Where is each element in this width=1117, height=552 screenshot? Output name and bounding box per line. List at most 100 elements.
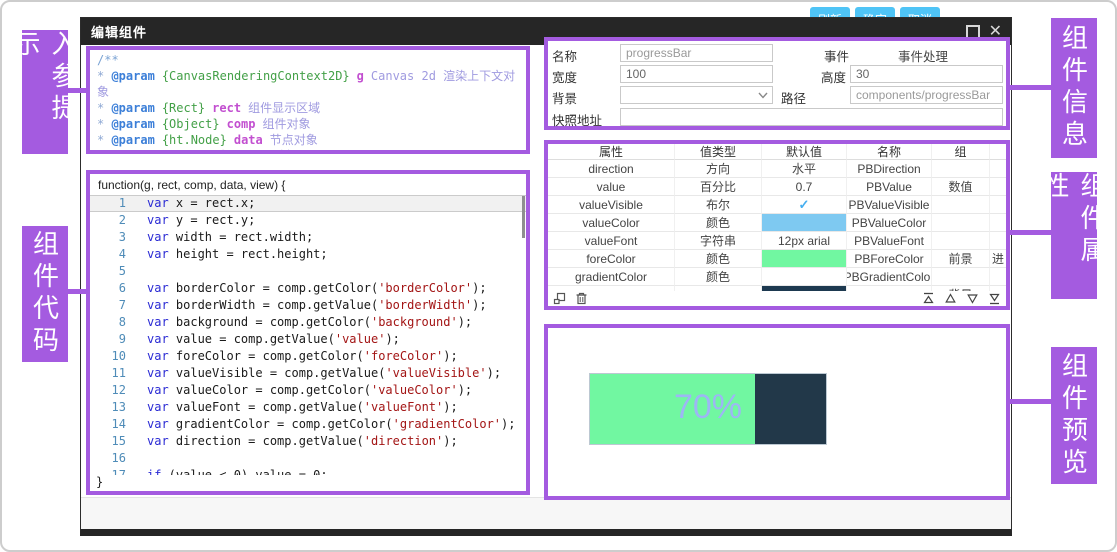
property-row[interactable]: valueVisible布尔✓PBValueVisible — [548, 196, 1006, 214]
callout-connector — [68, 88, 86, 93]
table-cell: PBDirection — [847, 160, 932, 178]
code-lines[interactable]: 1var x = rect.x;2var y = rect.y;3var wid… — [90, 195, 526, 477]
code-line: 16 — [90, 450, 526, 467]
path-input[interactable] — [850, 86, 1003, 104]
column-header: 属性 — [548, 144, 675, 160]
jsdoc-param-line: * @param{CanvasRenderingContext2D}gCanva… — [97, 68, 519, 100]
table-cell: foreColor — [548, 250, 675, 268]
code-line: 7var borderWidth = comp.getValue('border… — [90, 297, 526, 314]
callout-component-code: 组件代码 — [22, 226, 68, 362]
table-cell: 进 — [990, 250, 1006, 268]
table-cell: 方向 — [675, 160, 762, 178]
name-input[interactable] — [620, 44, 773, 62]
move-bottom-icon[interactable] — [988, 292, 1001, 305]
scrollbar-thumb[interactable] — [522, 196, 525, 238]
table-cell — [990, 232, 1006, 250]
table-cell — [932, 232, 990, 250]
property-row[interactable]: gradientColor颜色 PBGradientColor — [548, 268, 1006, 286]
table-cell: gradientColor — [548, 268, 675, 286]
table-cell: direction — [548, 160, 675, 178]
add-property-icon[interactable] — [553, 292, 566, 305]
width-input[interactable] — [620, 65, 773, 83]
code-line: 4var height = rect.height; — [90, 246, 526, 263]
callout-connector — [1010, 85, 1051, 90]
move-up-icon[interactable] — [944, 292, 957, 305]
jsdoc-param-line: * @param{ht.Node}data节点对象 — [97, 132, 519, 148]
annotated-screenshot: 编辑组件 ✕ 刷新确定取消 /** * @param{CanvasRenderi… — [0, 0, 1117, 552]
table-cell: valueColor — [548, 214, 675, 232]
trash-icon[interactable] — [575, 292, 588, 305]
width-label: 宽度 — [552, 67, 577, 86]
callout-component-preview: 组件预览 — [1051, 347, 1097, 484]
event-label: 事件 — [824, 46, 849, 65]
height-label: 高度 — [821, 67, 846, 86]
callout-component-props: 组件属性 — [1051, 172, 1097, 299]
table-cell — [762, 268, 847, 286]
checkbox-checked-icon[interactable]: ✓ — [799, 197, 810, 213]
dialog-title: 编辑组件 — [81, 22, 147, 41]
background-label: 背景 — [552, 88, 577, 107]
column-header: 值类型 — [675, 144, 762, 160]
function-closing-brace: } — [90, 475, 526, 490]
table-body: direction方向水平PBDirectionvalue百分比0.7PBVal… — [548, 160, 1006, 291]
table-cell — [990, 178, 1006, 196]
property-row[interactable]: foreColor颜色PBForeColor前景进 — [548, 250, 1006, 268]
jsdoc-param-line: * @param{View}view视图对象 — [97, 148, 519, 154]
component-preview-panel: 70% — [544, 324, 1010, 500]
table-cell: PBForeColor — [847, 250, 932, 268]
code-line: 9var value = comp.getValue('value'); — [90, 331, 526, 348]
property-row[interactable]: valueFont字符串12px arialPBValueFont — [548, 232, 1006, 250]
table-cell — [990, 160, 1006, 178]
dialog-footer — [81, 497, 1011, 529]
table-header-row: 属性值类型默认值名称组 — [548, 144, 1006, 160]
height-input[interactable] — [850, 65, 1003, 83]
code-line: 3var width = rect.width; — [90, 229, 526, 246]
move-down-icon[interactable] — [966, 292, 979, 305]
chevron-down-icon — [758, 92, 768, 99]
table-toolbar — [548, 291, 1006, 306]
callout-component-info: 组件信息 — [1051, 18, 1097, 158]
component-properties-panel: 属性值类型默认值名称组 direction方向水平PBDirectionvalu… — [544, 140, 1010, 310]
code-line: 6var borderColor = comp.getColor('border… — [90, 280, 526, 297]
jsdoc-params: * @param{CanvasRenderingContext2D}gCanva… — [97, 68, 519, 154]
table-cell: 数值 — [932, 178, 990, 196]
table-cell: 0.7 — [762, 178, 847, 196]
property-row[interactable]: value百分比0.7PBValue数值 — [548, 178, 1006, 196]
table-cell: 百分比 — [675, 178, 762, 196]
jsdoc-param-line: * @param{Rect}rect组件显示区域 — [97, 100, 519, 116]
table-cell: 前景 — [932, 250, 990, 268]
code-line: 8var background = comp.getColor('backgro… — [90, 314, 526, 331]
table-cell: value — [548, 178, 675, 196]
table-cell: ✓ — [762, 196, 847, 214]
property-row[interactable]: valueColor颜色PBValueColor — [548, 214, 1006, 232]
progress-bar-value-label: 70% — [590, 388, 826, 427]
snapshot-input[interactable] — [620, 108, 1003, 126]
table-cell — [932, 160, 990, 178]
code-line: 15var direction = comp.getValue('directi… — [90, 433, 526, 450]
event-handler-link[interactable]: 事件处理 — [848, 46, 998, 65]
property-row[interactable]: direction方向水平PBDirection — [548, 160, 1006, 178]
table-cell: valueVisible — [548, 196, 675, 214]
column-header: 名称 — [847, 144, 932, 160]
table-cell: 颜色 — [675, 268, 762, 286]
color-swatch — [762, 214, 847, 232]
table-cell: 字符串 — [675, 232, 762, 250]
code-line: 1var x = rect.x; — [90, 195, 526, 212]
progress-bar-preview: 70% — [589, 373, 827, 445]
table-cell — [932, 268, 990, 286]
table-cell — [932, 196, 990, 214]
callout-connector — [1010, 230, 1051, 235]
color-swatch — [762, 250, 847, 268]
snapshot-label: 快照地址 — [552, 110, 602, 129]
table-cell — [990, 268, 1006, 286]
code-line: 5 — [90, 263, 526, 280]
move-top-icon[interactable] — [922, 292, 935, 305]
background-select[interactable] — [620, 86, 773, 104]
path-label: 路径 — [781, 88, 806, 107]
table-cell: valueFont — [548, 232, 675, 250]
table-cell — [990, 214, 1006, 232]
table-cell: PBValueFont — [847, 232, 932, 250]
comment-open: /** — [97, 52, 519, 68]
table-cell: PBGradientColor — [847, 268, 932, 286]
code-editor[interactable]: function(g, rect, comp, data, view) { 1v… — [86, 170, 530, 495]
